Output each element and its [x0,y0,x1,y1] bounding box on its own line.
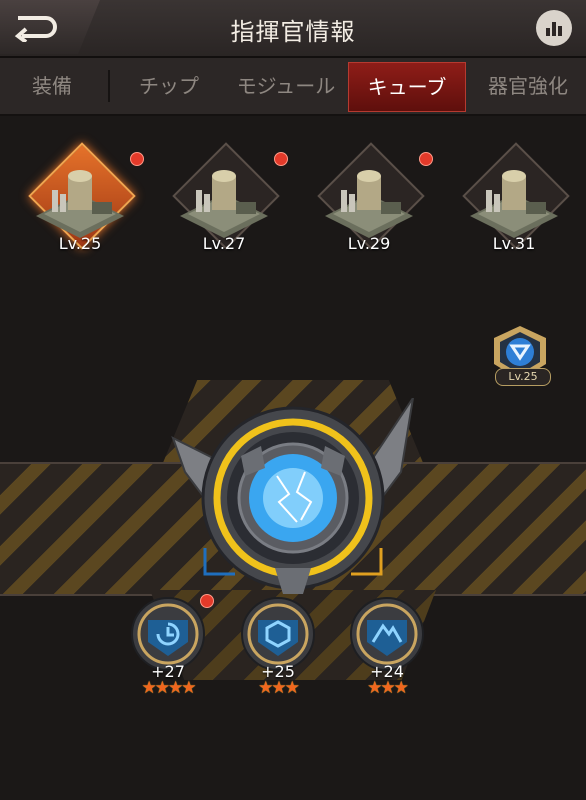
skill-slot[interactable]: +25 ★★★ [238,594,318,704]
building-tile[interactable]: Lv.31 [456,142,572,264]
tab-equipment[interactable]: 装備 [0,62,104,110]
factory-icon [180,170,268,238]
factory-icon [36,170,124,238]
factory-icon [470,170,558,238]
tab-cube[interactable]: キューブ [348,62,466,112]
building-tile[interactable]: Lv.25 [22,142,144,264]
notification-dot [419,152,433,166]
bar-chart-icon [546,22,562,36]
stats-button[interactable] [536,10,572,46]
building-level: Lv.27 [202,234,246,253]
notification-dot [274,152,288,166]
notification-dot [200,594,214,608]
skill-stars: ★★★ [258,678,300,698]
tab-divider [108,70,110,102]
notification-dot [130,152,144,166]
energy-cube-core-icon[interactable] [165,398,421,598]
tab-module[interactable]: モジュール [226,62,346,110]
tab-organ-enhance[interactable]: 器官強化 [470,62,586,110]
building-level: Lv.25 [58,234,102,253]
cube-badge-level: Lv.25 [495,368,551,386]
page-title: 指揮官情報 [230,18,356,46]
skill-slot[interactable]: +27 ★★★★ [128,594,208,704]
header-bar: 指揮官情報 [0,0,586,58]
factory-icon [325,170,413,238]
tab-bar: 装備 チップ モジュール キューブ 器官強化 [0,58,586,116]
building-level: Lv.29 [347,234,391,253]
building-tile[interactable]: Lv.27 [166,142,288,264]
building-level: Lv.31 [492,234,536,253]
tab-chip[interactable]: チップ [114,62,224,110]
building-tile[interactable]: Lv.29 [311,142,433,264]
skill-stars: ★★★★ [141,678,197,698]
skill-slot[interactable]: +24 ★★★ [347,594,427,704]
skill-stars: ★★★ [367,678,409,698]
